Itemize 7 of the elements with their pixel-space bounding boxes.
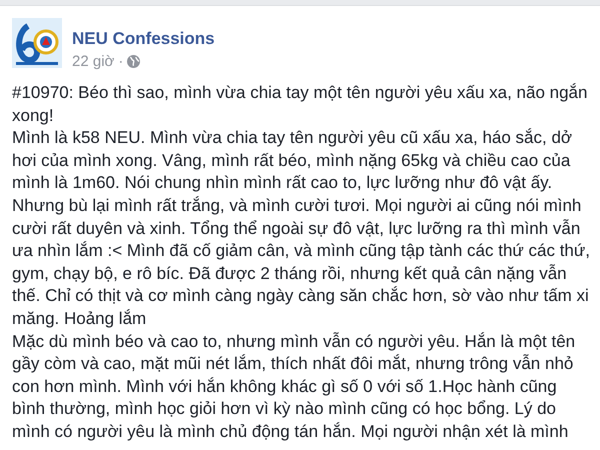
globe-icon [127,55,140,68]
logo-icon [12,18,62,68]
page-name[interactable]: NEU Confessions [72,29,215,49]
post-paragraph: Mình là k58 NEU. Mình vừa chia tay tên người yêu cũ xấu xa, háo sắc, dở hơi của mình xong. Vâng, mình rất béo, mình nặng 65kg và chiều cao của mình là 1m60. Nói chung nhìn mình rất cao to, lực lưỡng như đô vật ấy. Nhưng bù lại mình rất trắng, và mình cười tươi. Mọi người ai cũng nói mình cười rất duyên và xinh. Tổng thể ngoài sự đô vật, lực lưỡng ra thì mình vẫn ưa nhìn lắm :< Mình đã cố giảm cân, và mình cũng tập tành các thứ các thứ, gym, chạy bộ, e rô bíc. Đã được 2 tháng rồi, nhưng kết quả cân nặng vẫn thế. Chỉ có thịt và cơ mình càng ngày càng săn chắc hơn, sờ vào như tấm xi măng. Hoảng lắm [12,127,591,330]
separator-dot: · [118,53,124,70]
post-paragraph: #10970: Béo thì sao, mình vừa chia tay một tên người yêu xấu xa, não ngắn xong! [12,82,588,127]
post-paragraph: Mặc dù mình béo và cao to, nhưng mình vẫn có người yêu. Hắn là một tên gầy còm và cao, mặt mũi nét lắm, thích nhất đôi mắt, nhưng trông vẫn nhỏ con hơn mình. Mình với hắn không khác gì số 0 với số 1.Học hành cũng bình thường, mình học giỏi hơn vì kỳ nào mình cũng có học bổng. Lý do mình có người yêu là mình chủ động tán hắn. Mọi người nhận xét là mình [12,330,576,443]
